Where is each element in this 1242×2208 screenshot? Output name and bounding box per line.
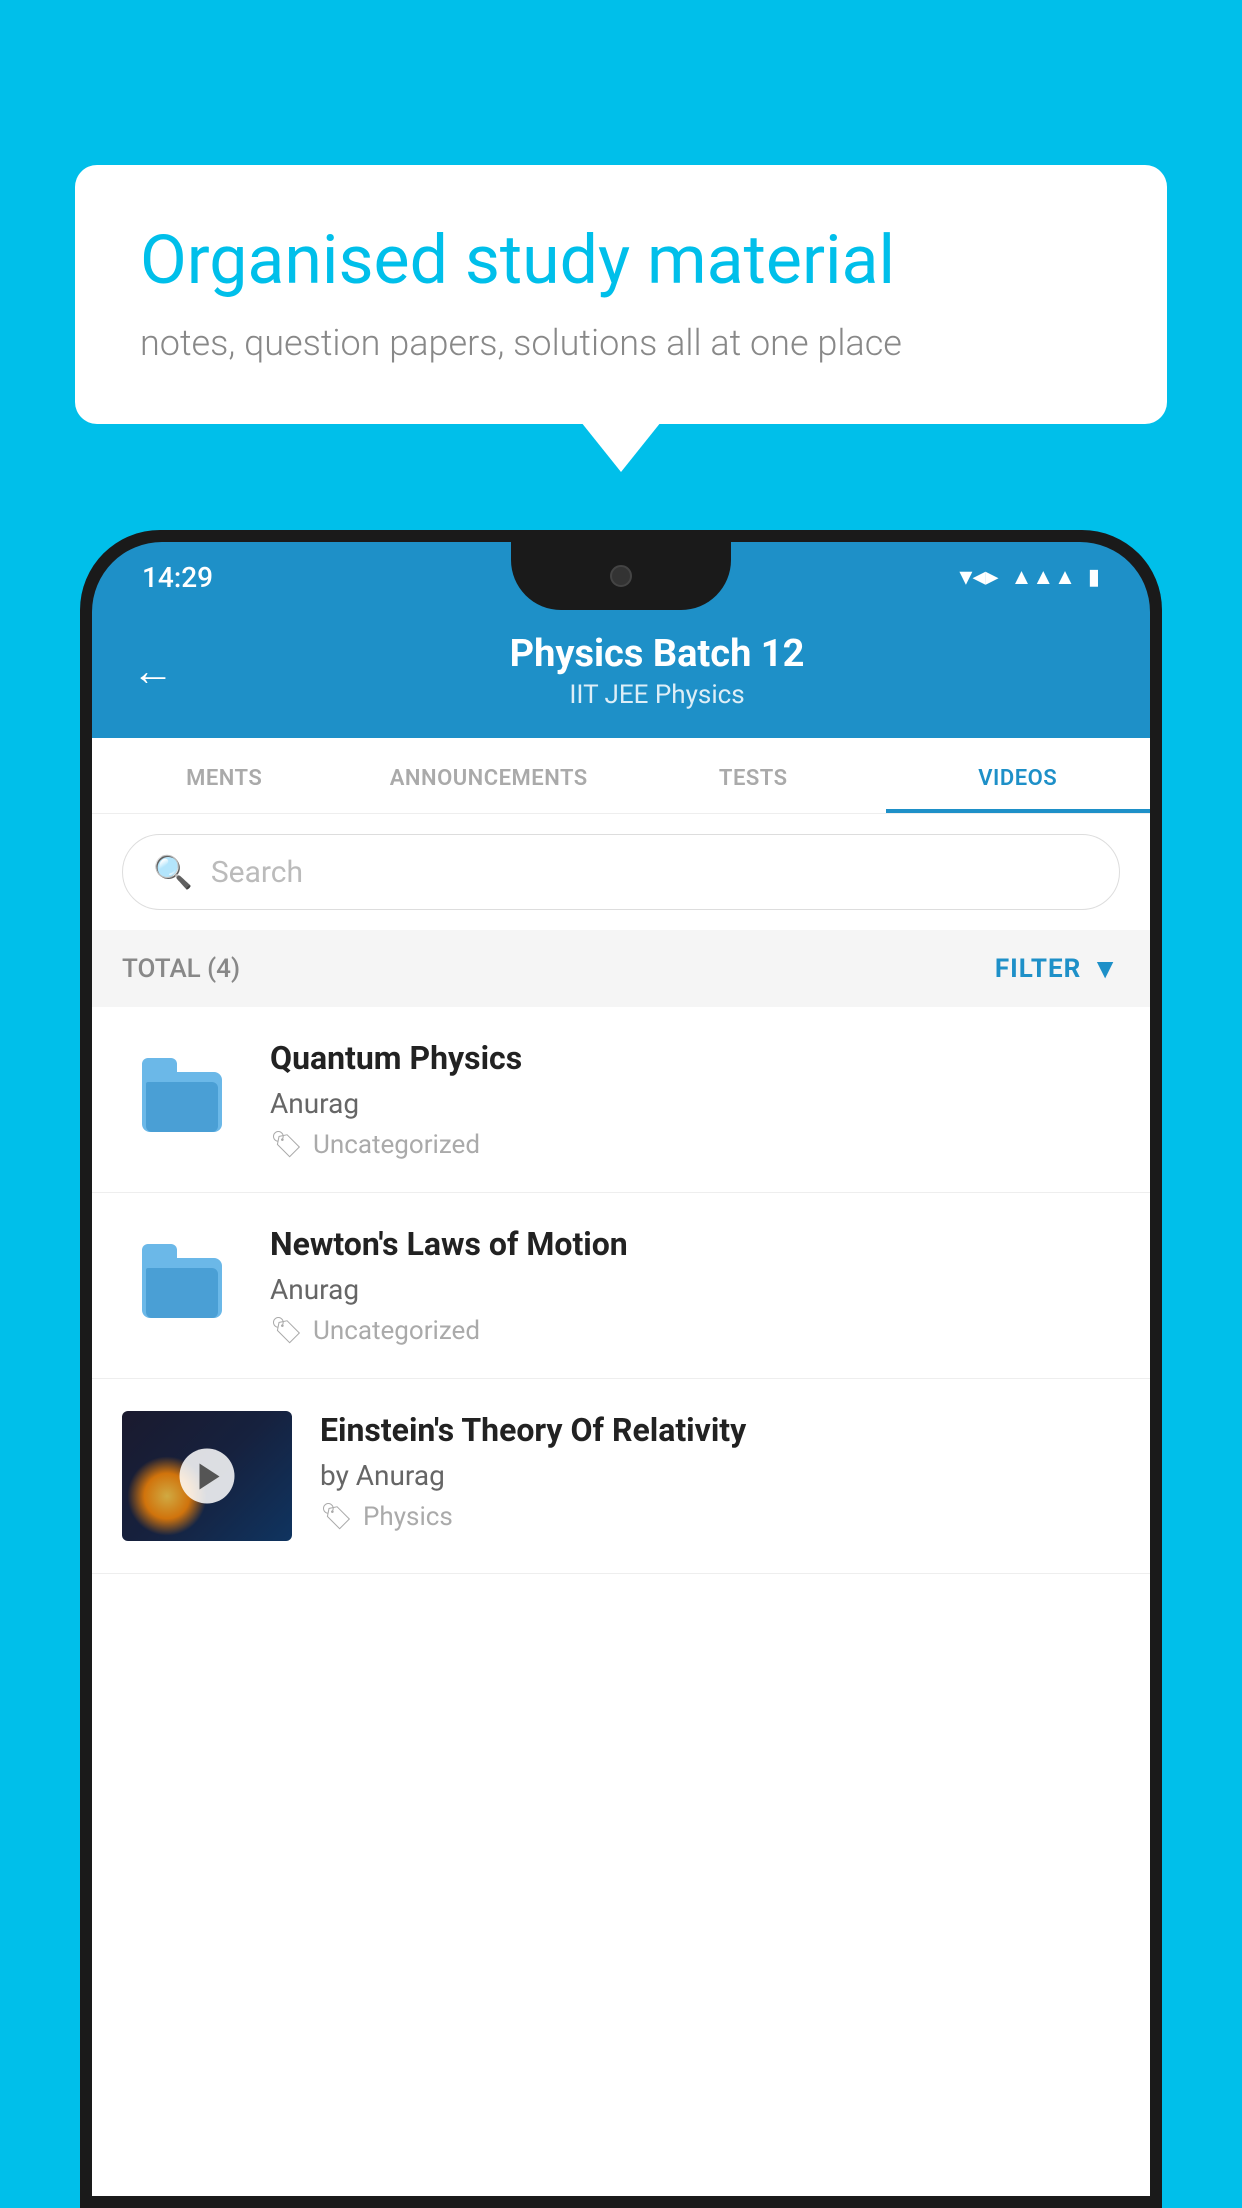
bubble-subtitle: notes, question papers, solutions all at…: [140, 322, 1102, 364]
folder-icon: [142, 1253, 222, 1318]
list-item[interactable]: Newton's Laws of Motion Anurag 🏷 Uncateg…: [92, 1193, 1150, 1379]
status-time: 14:29: [142, 561, 213, 594]
phone-inner: 14:29 ▾◂▸ ▲▲▲ ▮ ← Physics Batch 12 IIT J…: [92, 542, 1150, 2196]
tab-ments[interactable]: MENTS: [92, 738, 357, 813]
search-container: 🔍 Search: [92, 814, 1150, 930]
speech-bubble-section: Organised study material notes, question…: [75, 165, 1167, 424]
tab-videos[interactable]: VIDEOS: [886, 738, 1151, 813]
video-author: Anurag: [270, 1087, 1120, 1120]
filter-label: FILTER: [995, 954, 1081, 984]
tag-icon: 🏷: [320, 1502, 353, 1532]
play-button[interactable]: [180, 1449, 235, 1504]
video-title: Quantum Physics: [270, 1039, 1120, 1077]
folder-front: [146, 1082, 218, 1132]
item-thumbnail: [122, 1225, 242, 1345]
app-header: ← Physics Batch 12 IIT JEE Physics: [92, 612, 1150, 738]
search-input[interactable]: Search: [211, 855, 303, 890]
video-info: Quantum Physics Anurag 🏷 Uncategorized: [270, 1039, 1120, 1160]
list-item[interactable]: Quantum Physics Anurag 🏷 Uncategorized: [92, 1007, 1150, 1193]
header-title-group: Physics Batch 12 IIT JEE Physics: [204, 632, 1110, 710]
video-title: Einstein's Theory Of Relativity: [320, 1411, 1120, 1449]
video-title: Newton's Laws of Motion: [270, 1225, 1120, 1263]
folder-icon-wrapper: [137, 1054, 227, 1144]
video-author: by Anurag: [320, 1459, 1120, 1492]
header-title: Physics Batch 12: [204, 632, 1110, 676]
search-icon: 🔍: [153, 853, 193, 891]
tag-icon: 🏷: [270, 1130, 303, 1160]
filter-row: TOTAL (4) FILTER ▼: [92, 930, 1150, 1007]
folder-icon: [142, 1067, 222, 1132]
list-item[interactable]: Einstein's Theory Of Relativity by Anura…: [92, 1379, 1150, 1574]
play-triangle-icon: [199, 1463, 219, 1489]
phone-notch: [511, 542, 731, 610]
back-button[interactable]: ←: [132, 647, 174, 696]
tag-label: Physics: [363, 1502, 453, 1532]
video-tag: 🏷 Uncategorized: [270, 1130, 1120, 1160]
speech-bubble-card: Organised study material notes, question…: [75, 165, 1167, 424]
tag-icon: 🏷: [270, 1316, 303, 1346]
search-bar[interactable]: 🔍 Search: [122, 834, 1120, 910]
video-thumbnail-einstein: [122, 1411, 292, 1541]
phone-screen: ← Physics Batch 12 IIT JEE Physics MENTS…: [92, 612, 1150, 2196]
tag-label: Uncategorized: [313, 1130, 480, 1160]
video-author: Anurag: [270, 1273, 1120, 1306]
video-list: Quantum Physics Anurag 🏷 Uncategorized: [92, 1007, 1150, 2196]
status-icons: ▾◂▸ ▲▲▲ ▮: [959, 562, 1100, 592]
filter-icon: ▼: [1091, 952, 1120, 985]
video-tag: 🏷 Uncategorized: [270, 1316, 1120, 1346]
tab-tests[interactable]: TESTS: [621, 738, 886, 813]
header-subtitle: IIT JEE Physics: [204, 680, 1110, 710]
filter-button[interactable]: FILTER ▼: [995, 952, 1120, 985]
folder-front: [146, 1268, 218, 1318]
video-tag: 🏷 Physics: [320, 1502, 1120, 1532]
battery-icon: ▮: [1088, 565, 1100, 590]
phone-frame: 14:29 ▾◂▸ ▲▲▲ ▮ ← Physics Batch 12 IIT J…: [80, 530, 1162, 2208]
video-info: Einstein's Theory Of Relativity by Anura…: [320, 1411, 1120, 1532]
folder-icon-wrapper: [137, 1240, 227, 1330]
signal-icon: ▲▲▲: [1011, 564, 1076, 590]
video-info: Newton's Laws of Motion Anurag 🏷 Uncateg…: [270, 1225, 1120, 1346]
front-camera: [610, 565, 632, 587]
tag-label: Uncategorized: [313, 1316, 480, 1346]
tab-announcements[interactable]: ANNOUNCEMENTS: [357, 738, 622, 813]
bubble-title: Organised study material: [140, 220, 1102, 302]
item-thumbnail: [122, 1039, 242, 1159]
wifi-icon: ▾◂▸: [959, 562, 998, 592]
tab-bar: MENTS ANNOUNCEMENTS TESTS VIDEOS: [92, 738, 1150, 814]
total-count: TOTAL (4): [122, 954, 240, 984]
